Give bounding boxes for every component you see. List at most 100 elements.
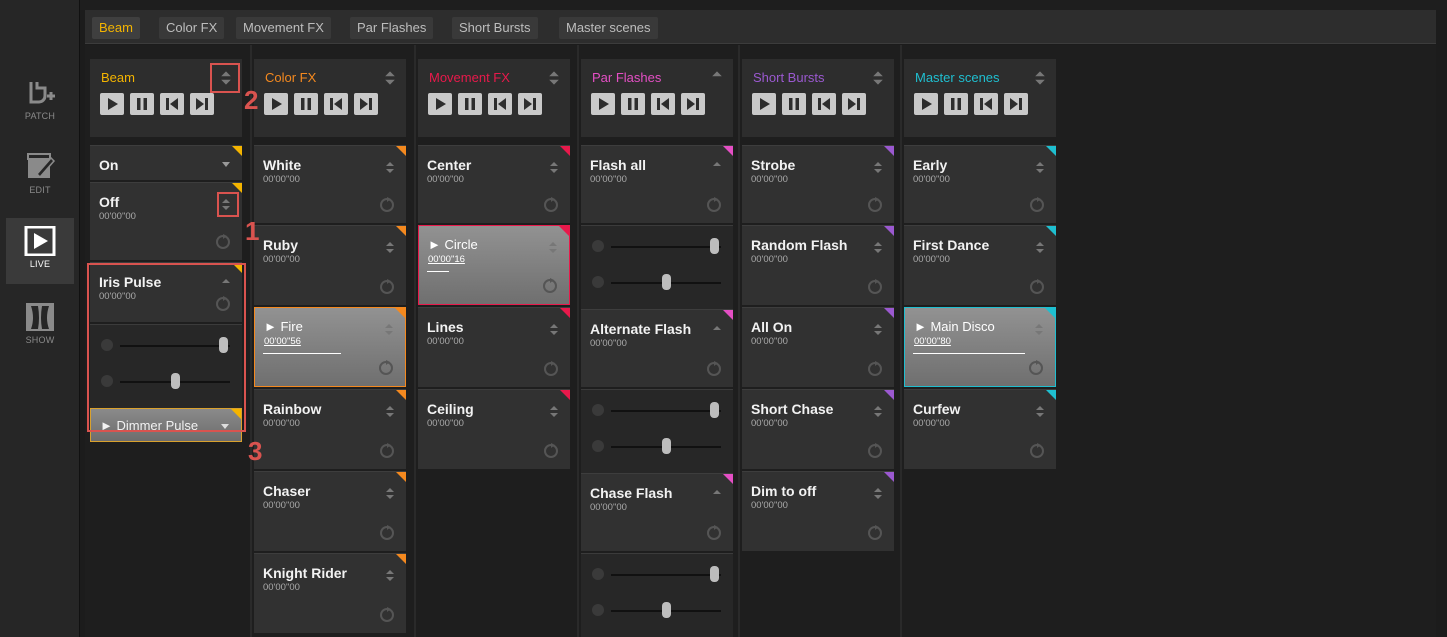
reorder-arrows-icon[interactable] <box>384 322 394 337</box>
loop-icon[interactable] <box>706 197 722 213</box>
cue-button[interactable]: Knight Rider 00'00"00 <box>254 553 406 633</box>
previous-button[interactable] <box>651 93 675 115</box>
next-button[interactable] <box>518 93 542 115</box>
next-button[interactable] <box>681 93 705 115</box>
loop-icon[interactable] <box>379 607 395 623</box>
level-slider[interactable] <box>611 238 721 254</box>
active-cue-button[interactable]: ► Fire 00'00"56 <box>254 307 406 387</box>
loop-icon[interactable] <box>379 197 395 213</box>
reorder-arrows-icon[interactable] <box>711 69 723 85</box>
active-cue-button[interactable]: ► Main Disco 00'00"80 <box>904 307 1056 387</box>
speed-slider-knob[interactable] <box>661 438 671 454</box>
cue-button[interactable]: Chase Flash 00'00"00 <box>581 473 733 551</box>
reorder-arrows-icon[interactable] <box>873 240 883 255</box>
mode-patch[interactable]: PATCH <box>6 70 74 136</box>
loop-icon[interactable] <box>867 197 883 213</box>
loop-icon[interactable] <box>215 296 231 312</box>
cue-button[interactable]: ► Dimmer Pulse <box>90 408 242 442</box>
cue-button[interactable]: Dim to off 00'00"00 <box>742 471 894 551</box>
cue-button[interactable]: Curfew 00'00"00 <box>904 389 1056 469</box>
reorder-arrows-icon[interactable] <box>712 488 722 503</box>
reorder-arrows-icon[interactable] <box>712 324 722 339</box>
reorder-arrows-icon[interactable] <box>872 69 884 85</box>
next-button[interactable] <box>354 93 378 115</box>
speed-slider-knob[interactable] <box>170 373 180 389</box>
reorder-arrows-icon[interactable] <box>221 197 231 212</box>
cue-button[interactable]: Alternate Flash 00'00"00 <box>581 309 733 387</box>
tab-master-scenes[interactable]: Master scenes <box>559 17 658 39</box>
play-button[interactable] <box>100 93 124 115</box>
loop-icon[interactable] <box>1028 360 1044 376</box>
cue-button[interactable]: First Dance 00'00"00 <box>904 225 1056 305</box>
loop-icon[interactable] <box>706 361 722 377</box>
loop-icon[interactable] <box>378 360 394 376</box>
expand-icon[interactable] <box>221 158 231 173</box>
reorder-arrows-icon[interactable] <box>221 277 231 292</box>
active-cue-button[interactable]: ► Circle 00'00"16 <box>418 225 570 305</box>
cue-button[interactable]: Flash all 00'00"00 <box>581 145 733 223</box>
level-slider-knob[interactable] <box>709 238 719 254</box>
loop-icon[interactable] <box>867 279 883 295</box>
level-slider-knob[interactable] <box>709 566 719 582</box>
cue-button[interactable]: Center 00'00"00 <box>418 145 570 223</box>
reorder-arrows-icon[interactable] <box>548 69 560 85</box>
tab-beam[interactable]: Beam <box>92 17 140 39</box>
reorder-arrows-icon[interactable] <box>1034 322 1044 337</box>
next-button[interactable] <box>1004 93 1028 115</box>
reorder-arrows-icon[interactable] <box>1035 160 1045 175</box>
reorder-arrows-icon[interactable] <box>385 404 395 419</box>
cue-button[interactable]: Early 00'00"00 <box>904 145 1056 223</box>
speed-slider[interactable] <box>120 373 230 389</box>
loop-icon[interactable] <box>867 443 883 459</box>
loop-icon[interactable] <box>1029 279 1045 295</box>
loop-icon[interactable] <box>706 525 722 541</box>
loop-icon[interactable] <box>215 234 231 250</box>
pause-button[interactable] <box>458 93 482 115</box>
speed-slider[interactable] <box>611 274 721 290</box>
loop-icon[interactable] <box>543 361 559 377</box>
speed-slider-knob[interactable] <box>661 274 671 290</box>
cue-button[interactable]: Rainbow 00'00"00 <box>254 389 406 469</box>
play-button[interactable] <box>752 93 776 115</box>
cue-button[interactable]: White 00'00"00 <box>254 145 406 223</box>
cue-button[interactable]: All On 00'00"00 <box>742 307 894 387</box>
expand-icon[interactable] <box>220 420 230 435</box>
previous-button[interactable] <box>160 93 184 115</box>
loop-icon[interactable] <box>867 525 883 541</box>
play-button[interactable] <box>428 93 452 115</box>
pause-button[interactable] <box>944 93 968 115</box>
reorder-arrows-icon[interactable] <box>385 486 395 501</box>
play-button[interactable] <box>914 93 938 115</box>
reorder-arrows-icon[interactable] <box>873 160 883 175</box>
reorder-arrows-icon[interactable] <box>1034 69 1046 85</box>
level-slider[interactable] <box>611 402 721 418</box>
reorder-arrows-icon[interactable] <box>385 160 395 175</box>
pause-button[interactable] <box>621 93 645 115</box>
previous-button[interactable] <box>812 93 836 115</box>
pause-button[interactable] <box>294 93 318 115</box>
loop-icon[interactable] <box>543 443 559 459</box>
reorder-arrows-icon[interactable] <box>549 322 559 337</box>
loop-icon[interactable] <box>867 361 883 377</box>
loop-icon[interactable] <box>379 443 395 459</box>
reorder-arrows-icon[interactable] <box>385 568 395 583</box>
play-button[interactable] <box>591 93 615 115</box>
reorder-arrows-icon[interactable] <box>549 404 559 419</box>
cue-button[interactable]: Strobe 00'00"00 <box>742 145 894 223</box>
loop-icon[interactable] <box>379 279 395 295</box>
loop-icon[interactable] <box>1029 443 1045 459</box>
reorder-arrows-icon[interactable] <box>548 240 558 255</box>
cue-button[interactable]: Off 00'00"00 <box>90 182 242 260</box>
next-button[interactable] <box>190 93 214 115</box>
loop-icon[interactable] <box>542 278 558 294</box>
previous-button[interactable] <box>324 93 348 115</box>
mode-edit[interactable]: EDIT <box>6 144 74 210</box>
cue-button[interactable]: Ruby 00'00"00 <box>254 225 406 305</box>
reorder-arrows-icon[interactable] <box>712 160 722 175</box>
cue-button[interactable]: Short Chase 00'00"00 <box>742 389 894 469</box>
reorder-arrows-icon[interactable] <box>549 160 559 175</box>
loop-icon[interactable] <box>1029 197 1045 213</box>
reorder-arrows-icon[interactable] <box>873 486 883 501</box>
tab-movement-fx[interactable]: Movement FX <box>236 17 331 39</box>
pause-button[interactable] <box>130 93 154 115</box>
